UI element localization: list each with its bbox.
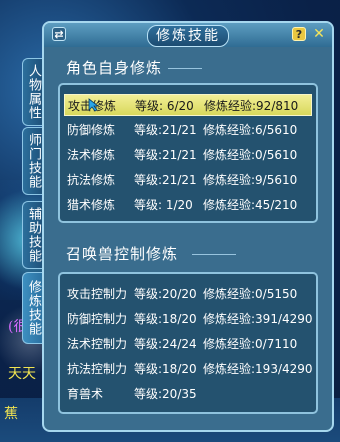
list-item[interactable]: 育兽术 等级:20/35: [64, 383, 312, 405]
list-item[interactable]: 攻击修炼 等级: 6/20 修炼经验:92/810: [64, 94, 312, 116]
list-item[interactable]: 防御控制力 等级:18/20 修炼经验:391/4290: [64, 308, 313, 330]
skill-exp: 修炼经验:45/210: [203, 198, 298, 212]
close-button[interactable]: ✕: [312, 27, 326, 41]
skill-exp: 修炼经验:6/5610: [203, 123, 298, 137]
tab-sect-skills[interactable]: 师门技能: [22, 127, 44, 195]
pet-control-panel: 攻击控制力 等级:20/20 修炼经验:0/5150 防御控制力 等级:18/2…: [58, 272, 318, 414]
window-titlebar[interactable]: ⇄ 修炼技能 ? ✕: [44, 23, 332, 47]
skill-exp: 修炼经验:391/4290: [203, 312, 313, 326]
skill-level: 等级:21/21: [134, 148, 197, 162]
skill-name: 抗法控制力: [67, 362, 128, 376]
skill-exp: 修炼经验:0/7110: [203, 337, 298, 351]
skill-level: 等级:18/20: [134, 362, 197, 376]
section-title-pet: 召唤兽控制修炼: [66, 245, 179, 263]
swap-icon[interactable]: ⇄: [52, 27, 66, 41]
skill-name: 抗法修炼: [67, 173, 116, 187]
skill-name: 攻击控制力: [67, 287, 128, 301]
skill-name: 防御控制力: [67, 312, 128, 326]
background-text: 天天: [8, 366, 36, 382]
cultivation-skills-window: ⇄ 修炼技能 ? ✕ 角色自身修炼 攻击修炼 等级: 6/20 修炼经验:92/…: [42, 21, 334, 432]
skill-name: 防御修炼: [67, 123, 116, 137]
list-item[interactable]: 猎术修炼 等级: 1/20 修炼经验:45/210: [64, 194, 312, 216]
skill-name: 育兽术: [67, 387, 104, 401]
skill-level: 等级: 6/20: [135, 99, 194, 113]
section-title-self: 角色自身修炼: [66, 59, 163, 77]
skill-name: 猎术修炼: [67, 198, 116, 212]
skill-name: 法术控制力: [67, 337, 128, 351]
list-item[interactable]: 抗法修炼 等级:21/21 修炼经验:9/5610: [64, 169, 312, 191]
skill-level: 等级:20/20: [134, 287, 197, 301]
skill-level: 等级: 1/20: [134, 198, 193, 212]
skill-exp: 修炼经验:9/5610: [203, 173, 298, 187]
tab-character-attributes[interactable]: 人物属性: [22, 58, 44, 126]
skill-level: 等级:24/24: [134, 337, 197, 351]
tab-auxiliary-skills[interactable]: 辅助技能: [22, 201, 44, 269]
window-title: 修炼技能: [147, 25, 229, 47]
list-item[interactable]: 抗法控制力 等级:18/20 修炼经验:193/4290: [64, 358, 313, 380]
skill-exp: 修炼经验:0/5150: [203, 287, 298, 301]
skill-exp: 修炼经验:92/810: [204, 99, 299, 113]
section-divider: [168, 68, 202, 69]
skill-exp: 修炼经验:0/5610: [203, 148, 298, 162]
section-divider: [192, 254, 236, 255]
list-item[interactable]: 攻击控制力 等级:20/20 修炼经验:0/5150: [64, 283, 312, 305]
background-text: 蕉: [4, 406, 18, 422]
help-button[interactable]: ?: [292, 27, 306, 41]
list-item[interactable]: 法术修炼 等级:21/21 修炼经验:0/5610: [64, 144, 312, 166]
skill-level: 等级:21/21: [134, 173, 197, 187]
cursor-icon: [88, 98, 100, 112]
self-cultivation-panel: 攻击修炼 等级: 6/20 修炼经验:92/810 防御修炼 等级:21/21 …: [58, 83, 318, 223]
tab-cultivation-skills[interactable]: 修炼技能: [22, 272, 44, 344]
skill-level: 等级:18/20: [134, 312, 197, 326]
list-item[interactable]: 防御修炼 等级:21/21 修炼经验:6/5610: [64, 119, 312, 141]
skill-name: 法术修炼: [67, 148, 116, 162]
list-item[interactable]: 法术控制力 等级:24/24 修炼经验:0/7110: [64, 333, 312, 355]
skill-exp: 修炼经验:193/4290: [203, 362, 313, 376]
skill-level: 等级:21/21: [134, 123, 197, 137]
skill-level: 等级:20/35: [134, 387, 197, 401]
